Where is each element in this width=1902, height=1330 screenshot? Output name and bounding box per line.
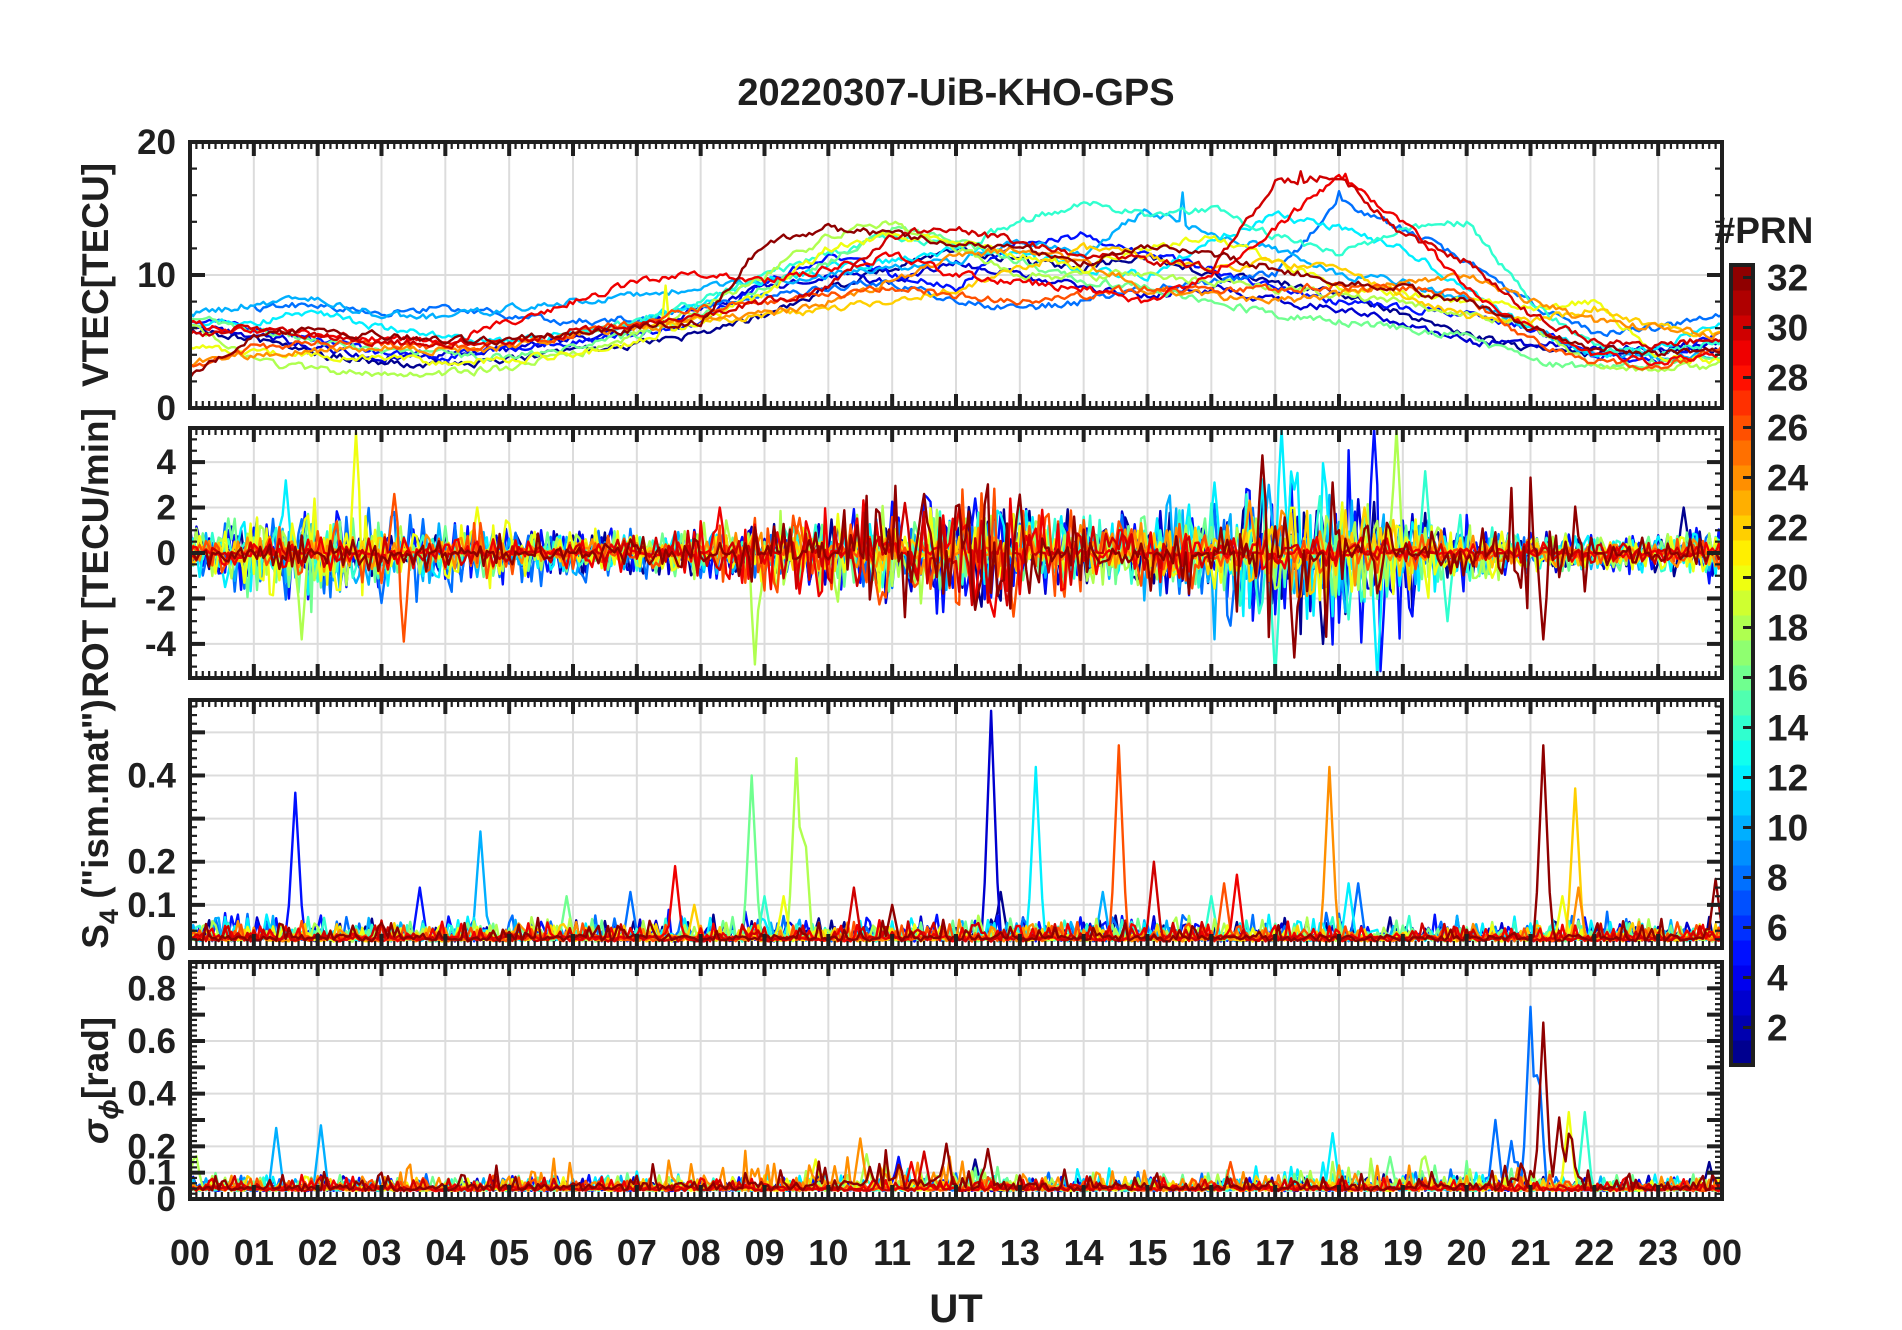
colorbar-tick-label: 30 [1767, 308, 1808, 349]
y-tick-label: 4 [157, 443, 177, 482]
gps-scintillation-figure: 01020VTEC[TECU]-4-2024ROT [TECU/min]00.1… [75, 72, 1814, 1330]
x-tick-label: 10 [808, 1232, 848, 1273]
colorbar-block-prn-31 [1731, 290, 1753, 316]
colorbar: 2468101214161820222426283032 [1729, 258, 1809, 1067]
y-axis-label-rot: ROT [TECU/min] [75, 408, 116, 698]
y-axis-label-part: S [75, 924, 116, 949]
y-axis-label-part: ("ism.mat") [75, 699, 116, 909]
x-tick-label: 13 [1000, 1232, 1040, 1273]
x-tick-label: 16 [1191, 1232, 1231, 1273]
colorbar-block-prn-3 [1731, 990, 1753, 1016]
y-axis-label-sigma_phi: σϕ[rad] [75, 1017, 124, 1144]
y-tick-label: 0.4 [127, 1075, 176, 1114]
x-tick-label: 20 [1447, 1232, 1487, 1273]
x-tick-label: 07 [617, 1232, 657, 1273]
colorbar-tick-label: 20 [1767, 558, 1808, 599]
y-tick-label: 10 [137, 256, 176, 295]
x-tick-label: 01 [234, 1232, 274, 1273]
y-tick-label: 0.4 [127, 756, 176, 795]
x-tick-label: 19 [1383, 1232, 1423, 1273]
y-tick-label: 20 [137, 123, 176, 162]
colorbar-tick-label: 14 [1767, 708, 1809, 749]
y-tick-label: 0.8 [127, 969, 176, 1008]
colorbar-block-prn-15 [1731, 690, 1753, 716]
colorbar-block-prn-21 [1731, 540, 1753, 566]
y-tick-label: -2 [145, 579, 176, 618]
y-tick-label: 2 [157, 489, 176, 528]
y-axis-label-part: [rad] [75, 1017, 116, 1099]
colorbar-tick-label: 18 [1767, 608, 1808, 649]
x-tick-label: 14 [1064, 1232, 1104, 1273]
x-tick-label: 08 [681, 1232, 721, 1273]
colorbar-tick-label: 32 [1767, 258, 1808, 299]
colorbar-block-prn-29 [1731, 340, 1753, 366]
colorbar-tick-label: 2 [1767, 1008, 1788, 1049]
colorbar-block-prn-23 [1731, 490, 1753, 516]
y-axis-label-part: σ [75, 1118, 116, 1144]
y-tick-label: 0.1 [127, 886, 176, 925]
panel-vtec: 0 10 20 VTEC[TECU] [75, 123, 1724, 428]
y-tick-label: 0.2 [127, 843, 176, 882]
colorbar-block-prn-17 [1731, 640, 1753, 666]
colorbar-block-prn-9 [1731, 840, 1753, 866]
y-tick-label: 0 [157, 929, 176, 968]
x-axis-label: UT [929, 1287, 982, 1330]
x-tick-label: 23 [1638, 1232, 1678, 1273]
colorbar-tick-label: 10 [1767, 808, 1808, 849]
x-tick-label: 00 [1702, 1232, 1742, 1273]
y-tick-label: 0.2 [127, 1127, 176, 1166]
panel-s4: 00.10.20.4S4 ("ism.mat") [75, 698, 1724, 968]
x-tick-label: 18 [1319, 1232, 1359, 1273]
colorbar-block-prn-27 [1731, 390, 1753, 416]
x-tick-label: 17 [1255, 1232, 1295, 1273]
x-tick-label: 12 [936, 1232, 976, 1273]
colorbar-block-prn-11 [1731, 790, 1753, 816]
x-tick-label: 21 [1510, 1232, 1550, 1273]
colorbar-tick-label: 22 [1767, 508, 1808, 549]
x-tick-label: 06 [553, 1232, 593, 1273]
colorbar-tick-label: 4 [1767, 958, 1788, 999]
colorbar-tick-label: 28 [1767, 358, 1808, 399]
colorbar-block-prn-1 [1731, 1040, 1753, 1066]
y-axis-label-part: 4 [94, 909, 124, 924]
x-tick-label: 15 [1127, 1232, 1167, 1273]
colorbar-block-prn-13 [1731, 740, 1753, 766]
colorbar-tick-label: 12 [1767, 758, 1808, 799]
panel-rot: -4 -2 0 2 4 ROT [TECU/min] [75, 408, 1724, 698]
figure-canvas: 0 10 20 VTEC[TECU] -4 -2 0 2 4 ROT [TECU/min] 0 0.1… [0, 0, 1902, 1330]
figure-title: 20220307-UiB-KHO-GPS [737, 72, 1174, 114]
colorbar-tick-label: 26 [1767, 408, 1808, 449]
x-tick-label: 11 [873, 1232, 911, 1273]
colorbar-tick-label: 24 [1767, 458, 1809, 499]
x-tick-label: 05 [489, 1232, 529, 1273]
panel-sigma_phi: 00.10.20.40.60.8σϕ[rad]00 01 02 03 04 05 06 07 0… [75, 960, 1742, 1273]
y-axis-label-part: ϕ [94, 1099, 124, 1119]
colorbar-title: #PRN [1715, 210, 1814, 251]
y-tick-label: 0 [157, 389, 176, 428]
colorbar-tick-label: 8 [1767, 858, 1788, 899]
x-tick-label: 04 [425, 1232, 465, 1273]
y-tick-label: 0 [157, 534, 176, 573]
x-tick-label: 22 [1574, 1232, 1614, 1273]
colorbar-tick-label: 16 [1767, 658, 1808, 699]
x-tick-label: 09 [744, 1232, 784, 1273]
x-tick-label: 02 [298, 1232, 338, 1273]
x-tick-label: 00 [170, 1232, 210, 1273]
y-axis-label-vtec: VTEC[TECU] [75, 163, 116, 387]
y-axis-label-part: VTEC[TECU] [75, 163, 116, 387]
colorbar-block-prn-7 [1731, 890, 1753, 916]
colorbar-block-prn-5 [1731, 940, 1753, 966]
colorbar-block-prn-19 [1731, 590, 1753, 616]
colorbar-tick-label: 6 [1767, 908, 1788, 949]
x-tick-label: 03 [361, 1232, 401, 1273]
y-tick-label: -4 [145, 625, 177, 664]
y-axis-label-part: ROT [TECU/min] [75, 408, 116, 698]
y-tick-label: 0.6 [127, 1022, 176, 1061]
colorbar-block-prn-25 [1731, 440, 1753, 466]
panels-group: 01020VTEC[TECU]-4-2024ROT [TECU/min]00.1… [75, 123, 1742, 1273]
y-axis-label-s4: S4 ("ism.mat") [75, 699, 124, 949]
